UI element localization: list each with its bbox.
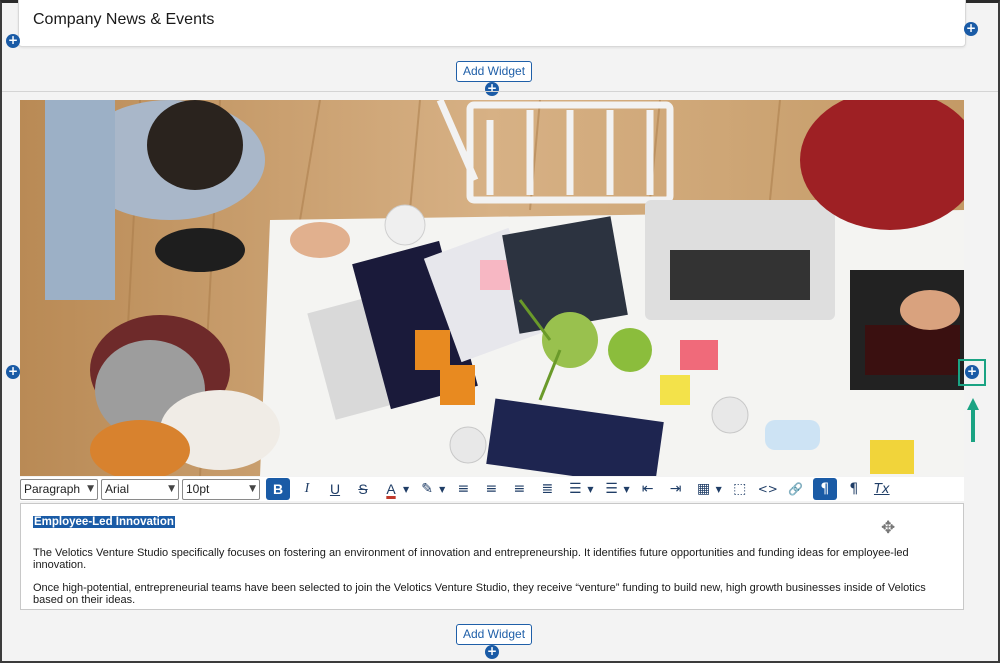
editor-paragraph-2: Once high-potential, entrepreneurial tea… (33, 582, 926, 606)
section-divider (2, 91, 998, 92)
chevron-down-icon: ▼ (249, 484, 256, 494)
align-left-button[interactable]: ≡ (452, 478, 474, 500)
select-all-button[interactable]: ⬚ (729, 478, 751, 500)
team-photo-image (20, 100, 964, 476)
font-size-select[interactable]: 10pt ▼ (182, 478, 260, 500)
link-button[interactable]: 🔗 (785, 478, 807, 500)
bold-button[interactable]: B (266, 478, 290, 500)
add-widget-plus-icon-bottom[interactable]: + (485, 645, 499, 659)
text-color-button[interactable]: A (380, 478, 402, 500)
align-center-button[interactable]: ≡ (480, 478, 502, 500)
bullet-list-button[interactable]: ☰ (564, 478, 586, 500)
add-left-plus-icon[interactable]: + (6, 34, 20, 48)
outdent-button[interactable]: ⇤ (637, 478, 659, 500)
rtl-button[interactable]: ¶ (843, 478, 865, 500)
news-widget-card[interactable]: Company News & Events (18, 0, 966, 47)
add-widget-plus-icon-top[interactable]: + (485, 82, 499, 96)
font-size-value: 10pt (186, 482, 210, 496)
ltr-button[interactable]: ¶ (812, 478, 837, 500)
highlight-color-button[interactable]: ✎ (416, 478, 438, 500)
italic-button[interactable]: I (296, 478, 318, 500)
rich-text-editor[interactable]: Employee-Led Innovation The Velotics Ven… (20, 503, 964, 610)
numbered-list-button[interactable]: ☰ (600, 478, 622, 500)
chevron-down-icon[interactable]: ▼ (587, 485, 593, 494)
indent-button[interactable]: ⇥ (665, 478, 687, 500)
font-family-value: Arial (105, 482, 130, 496)
clear-format-button[interactable]: Tx (871, 478, 893, 500)
editor-paragraph-1: The Velotics Venture Studio specifically… (33, 547, 909, 571)
editor-toolbar: Paragraph ▼ Arial ▼ 10pt ▼ B I U S A ▼ ✎… (20, 477, 964, 501)
chevron-down-icon[interactable]: ▼ (716, 485, 722, 494)
callout-arrow-icon (967, 398, 979, 442)
table-button[interactable]: ▦ (693, 478, 715, 500)
chevron-down-icon[interactable]: ▼ (439, 485, 445, 494)
strikethrough-button[interactable]: S (352, 478, 374, 500)
news-widget-title: Company News & Events (33, 11, 215, 28)
chevron-down-icon[interactable]: ▼ (403, 485, 409, 494)
block-format-select[interactable]: Paragraph ▼ (20, 478, 98, 500)
add-widget-button-top[interactable]: Add Widget (456, 61, 533, 82)
add-left-plus-icon-2[interactable]: + (6, 365, 20, 379)
source-code-button[interactable]: <> (757, 478, 779, 500)
chevron-down-icon: ▼ (168, 484, 175, 494)
move-handle-icon[interactable]: ✥ (881, 518, 895, 538)
add-widget-button-bottom[interactable]: Add Widget (456, 624, 533, 645)
chevron-down-icon[interactable]: ▼ (623, 485, 629, 494)
add-right-plus-icon-2[interactable]: + (965, 365, 979, 379)
underline-button[interactable]: U (324, 478, 346, 500)
chevron-down-icon: ▼ (87, 484, 94, 494)
align-right-button[interactable]: ≡ (508, 478, 530, 500)
align-justify-button[interactable]: ≣ (536, 478, 558, 500)
font-family-select[interactable]: Arial ▼ (101, 478, 179, 500)
add-right-plus-icon[interactable]: + (964, 22, 978, 36)
block-format-value: Paragraph (24, 482, 81, 496)
editor-heading: Employee-Led Innovation (33, 516, 175, 528)
